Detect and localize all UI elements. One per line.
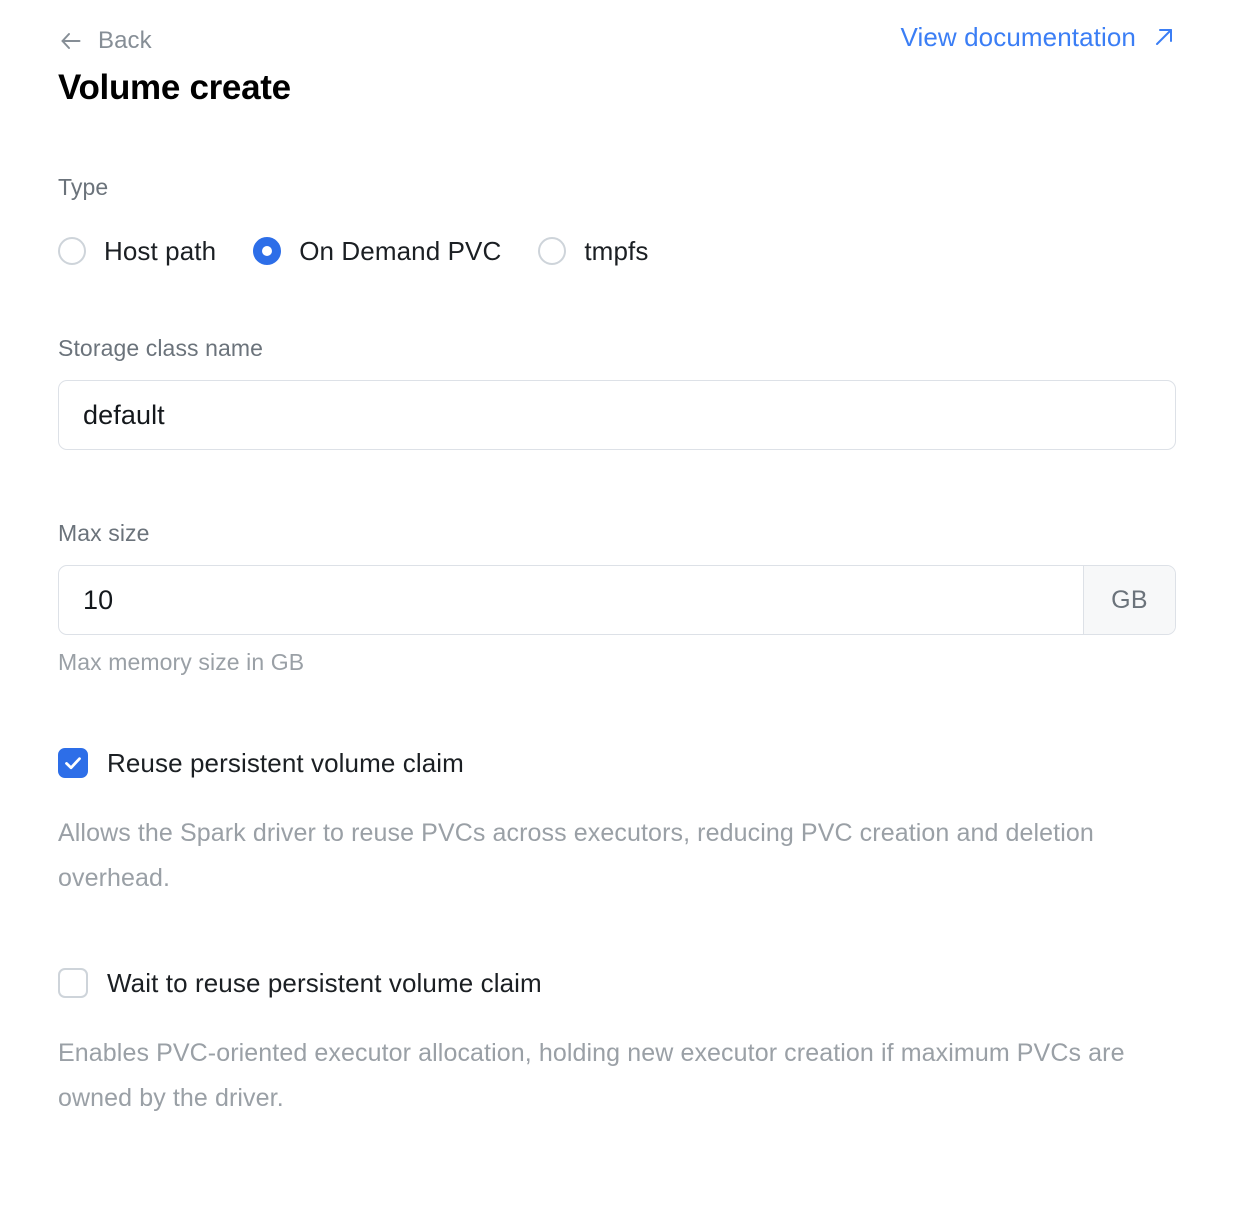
storage-class-label: Storage class name — [58, 335, 264, 362]
view-documentation-link[interactable]: View documentation — [901, 24, 1176, 50]
max-size-input-shell: GB — [58, 565, 1176, 636]
wait-reuse-pvc-checkbox-row[interactable]: Wait to reuse persistent volume claim — [58, 968, 542, 999]
max-size-input[interactable] — [59, 566, 1083, 635]
wait-reuse-pvc-label: Wait to reuse persistent volume claim — [107, 968, 542, 999]
radio-label-tmpfs: tmpfs — [584, 236, 649, 267]
max-size-unit-addon: GB — [1083, 566, 1175, 635]
radio-icon-tmpfs[interactable] — [538, 237, 567, 266]
type-field-group: Type Host path On Demand PVC tmpfs — [58, 174, 1176, 267]
radio-option-on-demand-pvc[interactable]: On Demand PVC — [253, 236, 502, 267]
arrow-left-icon — [58, 28, 84, 54]
back-button[interactable]: Back — [58, 28, 152, 54]
back-button-label: Back — [98, 27, 152, 54]
reuse-pvc-field-group: Reuse persistent volume claim Allows the… — [58, 748, 1176, 900]
max-size-label: Max size — [58, 520, 150, 547]
storage-class-field-group: Storage class name — [58, 335, 1176, 451]
page-title: Volume create — [58, 68, 291, 107]
radio-icon-on-demand-pvc[interactable] — [253, 237, 282, 266]
volume-create-page: Back View documentation Volume create Ty… — [0, 0, 1234, 1216]
check-icon — [60, 750, 86, 776]
radio-label-on-demand-pvc: On Demand PVC — [299, 236, 502, 267]
radio-option-host-path[interactable]: Host path — [58, 236, 217, 267]
max-size-help-text: Max memory size in GB — [58, 649, 305, 676]
wait-reuse-pvc-field-group: Wait to reuse persistent volume claim En… — [58, 968, 1176, 1120]
type-label: Type — [58, 174, 109, 201]
page-header: Back View documentation — [58, 0, 1176, 58]
radio-label-host-path: Host path — [104, 236, 217, 267]
max-size-field-group: Max size GB Max memory size in GB — [58, 522, 1176, 674]
storage-class-input-shell — [58, 380, 1176, 451]
checkbox-icon-wait-reuse-pvc[interactable] — [58, 968, 88, 999]
reuse-pvc-label: Reuse persistent volume claim — [107, 748, 464, 779]
reuse-pvc-checkbox-row[interactable]: Reuse persistent volume claim — [58, 748, 464, 779]
radio-option-tmpfs[interactable]: tmpfs — [538, 236, 649, 267]
radio-icon-host-path[interactable] — [58, 237, 86, 266]
reuse-pvc-description: Allows the Spark driver to reuse PVCs ac… — [58, 819, 1094, 892]
storage-class-input[interactable] — [59, 381, 1175, 450]
wait-reuse-pvc-description: Enables PVC-oriented executor allocation… — [58, 1039, 1125, 1112]
arrow-up-right-icon — [1152, 25, 1176, 49]
checkbox-icon-reuse-pvc[interactable] — [58, 748, 88, 779]
type-radio-group: Host path On Demand PVC tmpfs — [58, 236, 1176, 267]
view-documentation-label: View documentation — [900, 22, 1136, 52]
